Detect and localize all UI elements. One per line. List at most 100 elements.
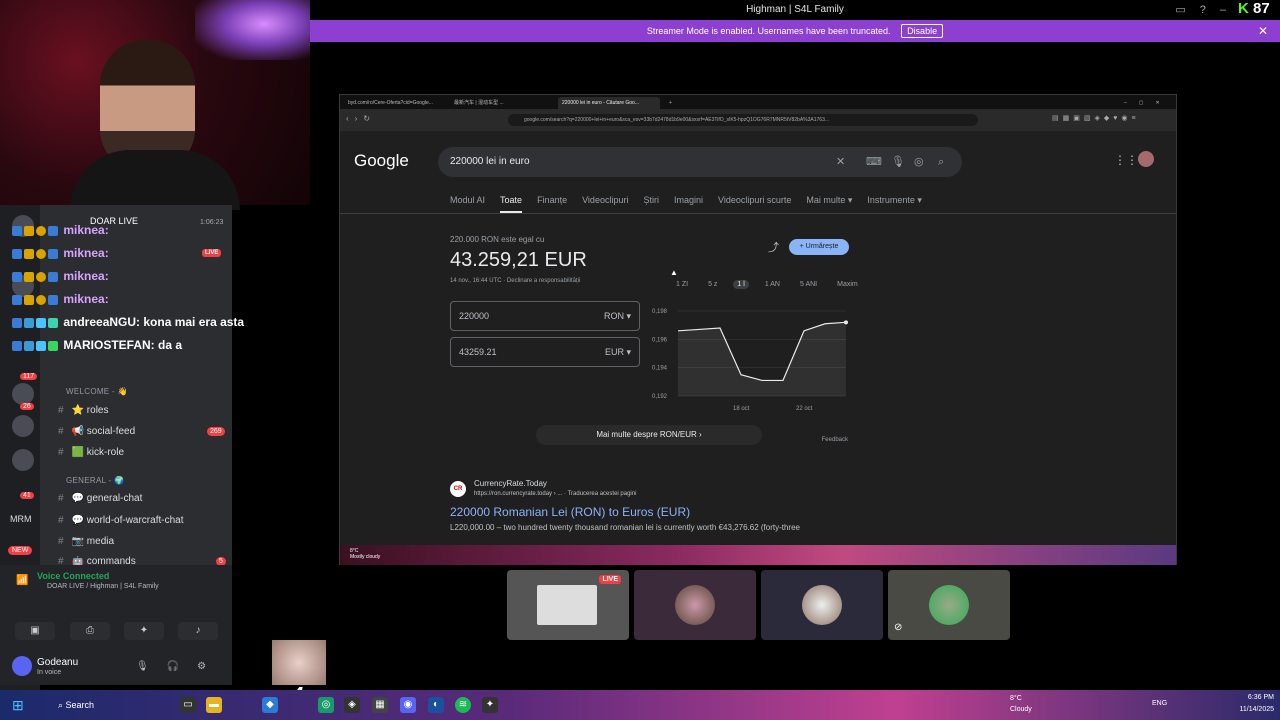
task-view-icon[interactable]: ▭ xyxy=(180,697,196,713)
x-tick-label: 22 oct xyxy=(796,406,813,412)
range-1y[interactable]: 1 AN xyxy=(761,280,784,289)
channel-media[interactable]: # 📷 media xyxy=(58,536,114,547)
result-title[interactable]: 220000 Romanian Lei (RON) to Euros (EUR) xyxy=(450,505,690,519)
lens-icon[interactable]: ◎ xyxy=(914,147,924,177)
participant-tile[interactable]: ⊘ xyxy=(888,570,1010,640)
avatar[interactable] xyxy=(1138,151,1154,167)
user-controls[interactable]: 🎙🎧⚙ xyxy=(136,661,224,672)
new-tab-icon[interactable]: + xyxy=(665,97,676,109)
participant-tile-stream[interactable]: LIVE xyxy=(507,570,629,640)
tab-videos[interactable]: Videoclipuri xyxy=(582,195,628,205)
chat-message: DOAR LIVE 1:06:23 xyxy=(90,216,224,226)
category-general[interactable]: GENERAL - 🌍 xyxy=(66,476,124,485)
taskbar-search[interactable]: ⌕ Search xyxy=(40,696,180,714)
camera-button[interactable]: ▣ xyxy=(15,622,55,640)
browser-window: byd.com/ro/Cere-Oferta?cid=Google... 最新汽… xyxy=(339,94,1177,565)
close-icon[interactable]: ✕ xyxy=(1258,20,1268,42)
range-5d[interactable]: 5 z xyxy=(704,280,721,289)
chat-overlay: DOAR LIVE 1:06:23 miknea: miknea: miknea:… xyxy=(0,205,310,365)
channel-wow-chat[interactable]: # 💬 world-of-warcraft-chat xyxy=(58,515,184,526)
language-indicator[interactable]: ENG xyxy=(1152,700,1167,707)
follow-button[interactable]: + Urmărește xyxy=(789,239,849,255)
tab-shorts[interactable]: Videoclipuri scurte xyxy=(718,195,791,205)
edge-icon[interactable]: ◎ xyxy=(318,697,334,713)
user-status: In voice xyxy=(37,669,62,676)
search-input[interactable]: 220000 lei in euro ✕ ⌨ 🎙 ◎ ⌕ xyxy=(438,147,962,177)
app-icon[interactable]: ◐ xyxy=(428,697,444,713)
mic-icon[interactable]: 🎙 xyxy=(891,147,905,177)
disable-button[interactable]: Disable xyxy=(901,24,944,38)
app-icon[interactable]: ▦ xyxy=(372,697,388,713)
to-amount-input[interactable]: 43259.21 EUR ▾ xyxy=(450,337,640,367)
to-currency-select[interactable]: EUR ▾ xyxy=(605,338,631,366)
server-icon[interactable] xyxy=(12,415,34,437)
result-snippet: L220,000.00 – two hundred twenty thousan… xyxy=(450,523,800,532)
nav-buttons[interactable]: ‹›↻ xyxy=(346,114,376,123)
keyboard-icon[interactable]: ⌨ xyxy=(866,147,882,177)
range-max[interactable]: Maxim xyxy=(833,280,862,289)
search-query: 220000 lei in euro xyxy=(450,156,530,167)
window-title: Highman | S4L Family xyxy=(746,4,844,15)
channel-general-chat[interactable]: # 💬 general-chat xyxy=(58,493,142,504)
window-controls[interactable]: –▢✕ xyxy=(1120,97,1176,109)
range-5y[interactable]: 5 ANI xyxy=(796,280,821,289)
screenshare-button[interactable]: ⎙ xyxy=(70,622,110,640)
channel-commands[interactable]: # 🤖 commands xyxy=(58,556,136,565)
url-bar[interactable]: google.com/search?q=220000+lei+in+euro&s… xyxy=(508,114,978,126)
server-icon[interactable] xyxy=(12,449,34,471)
soundboard-button[interactable]: ♪ xyxy=(178,622,218,640)
file-explorer-icon[interactable]: ▬ xyxy=(206,697,222,713)
browser-tab[interactable]: 最新汽车 | 混动车型 ... xyxy=(450,97,554,109)
y-tick-label: 0,198 xyxy=(652,309,668,315)
server-badge: 117 xyxy=(20,373,38,380)
clear-icon[interactable]: ✕ xyxy=(836,147,845,177)
avatar[interactable] xyxy=(12,656,32,676)
result-url[interactable]: https://ron.currencyrate.today › ... · T… xyxy=(474,491,636,497)
extension-icons[interactable]: ▤▦▣▧◈◆♥◉≡ xyxy=(1052,114,1140,122)
from-currency-select[interactable]: RON ▾ xyxy=(604,302,631,330)
channel-roles[interactable]: # ⭐ roles xyxy=(58,405,108,416)
activities-button[interactable]: ✦ xyxy=(124,622,164,640)
app-icon[interactable]: ◆ xyxy=(262,697,278,713)
clock[interactable]: 6:36 PM 11/14/2025 xyxy=(1239,692,1274,716)
participant-tile[interactable] xyxy=(761,570,883,640)
channel-kick-role[interactable]: # 🟩 kick-role xyxy=(58,447,124,458)
server-mrm[interactable]: MRM xyxy=(10,514,32,524)
feedback-link[interactable]: Feedback xyxy=(822,437,848,443)
range-1m[interactable]: 1 l xyxy=(733,280,749,289)
browser-tab[interactable]: byd.com/ro/Cere-Oferta?cid=Google... xyxy=(344,97,448,109)
range-1d[interactable]: 1 ZI xyxy=(672,280,692,289)
category-welcome[interactable]: WELCOME - 👋 xyxy=(66,387,128,396)
spotify-icon[interactable]: ≋ xyxy=(455,697,471,713)
browser-tab-active[interactable]: 220000 lei in euro - Căutare Goo... xyxy=(558,97,660,109)
google-logo[interactable]: Google xyxy=(354,151,409,171)
tab-finance[interactable]: Finanțe xyxy=(537,195,567,205)
tab-strip: byd.com/ro/Cere-Oferta?cid=Google... 最新汽… xyxy=(340,95,1176,109)
more-about-button[interactable]: Mai multe despre RON/EUR › xyxy=(536,425,762,445)
live-badge: LIVE xyxy=(599,575,621,584)
app-icon[interactable]: ✦ xyxy=(482,697,498,713)
tab-news[interactable]: Știri xyxy=(643,195,659,205)
tab-tools[interactable]: Instrumente ▾ xyxy=(867,195,922,205)
tab-images[interactable]: Imagini xyxy=(674,195,703,205)
result-site[interactable]: CurrencyRate.Today xyxy=(474,479,547,488)
titlebar-icons[interactable]: ▭?– xyxy=(1175,3,1240,16)
apps-icon[interactable]: ⋮⋮ xyxy=(1114,153,1138,167)
voice-channel[interactable]: DOAR LIVE / Highman | S4L Family xyxy=(47,583,159,590)
from-amount-input[interactable]: 220000 RON ▾ xyxy=(450,301,640,331)
search-icon[interactable]: ⌕ xyxy=(938,147,944,177)
discord-icon[interactable]: ◉ xyxy=(400,697,416,713)
x-tick-label: 18 oct xyxy=(733,406,750,412)
tab-ai[interactable]: Modul AI xyxy=(450,195,485,205)
tab-all[interactable]: Toate xyxy=(500,195,523,213)
chat-message: andreeaNGU: kona mai era asta xyxy=(12,315,244,329)
tab-more[interactable]: Mai multe ▾ xyxy=(806,195,852,205)
server-icon[interactable] xyxy=(12,383,34,405)
windows-start-icon[interactable]: ⊞ xyxy=(12,697,28,713)
weather-mini: 8°C Mostly cloudy xyxy=(350,548,381,560)
app-icon[interactable]: ◈ xyxy=(344,697,360,713)
share-icon[interactable]: ⤴ xyxy=(768,239,779,255)
channel-social-feed[interactable]: # 📢 social-feed xyxy=(58,426,135,437)
weather-widget[interactable]: 8°C Cloudy xyxy=(1010,693,1032,715)
participant-tile[interactable] xyxy=(634,570,756,640)
